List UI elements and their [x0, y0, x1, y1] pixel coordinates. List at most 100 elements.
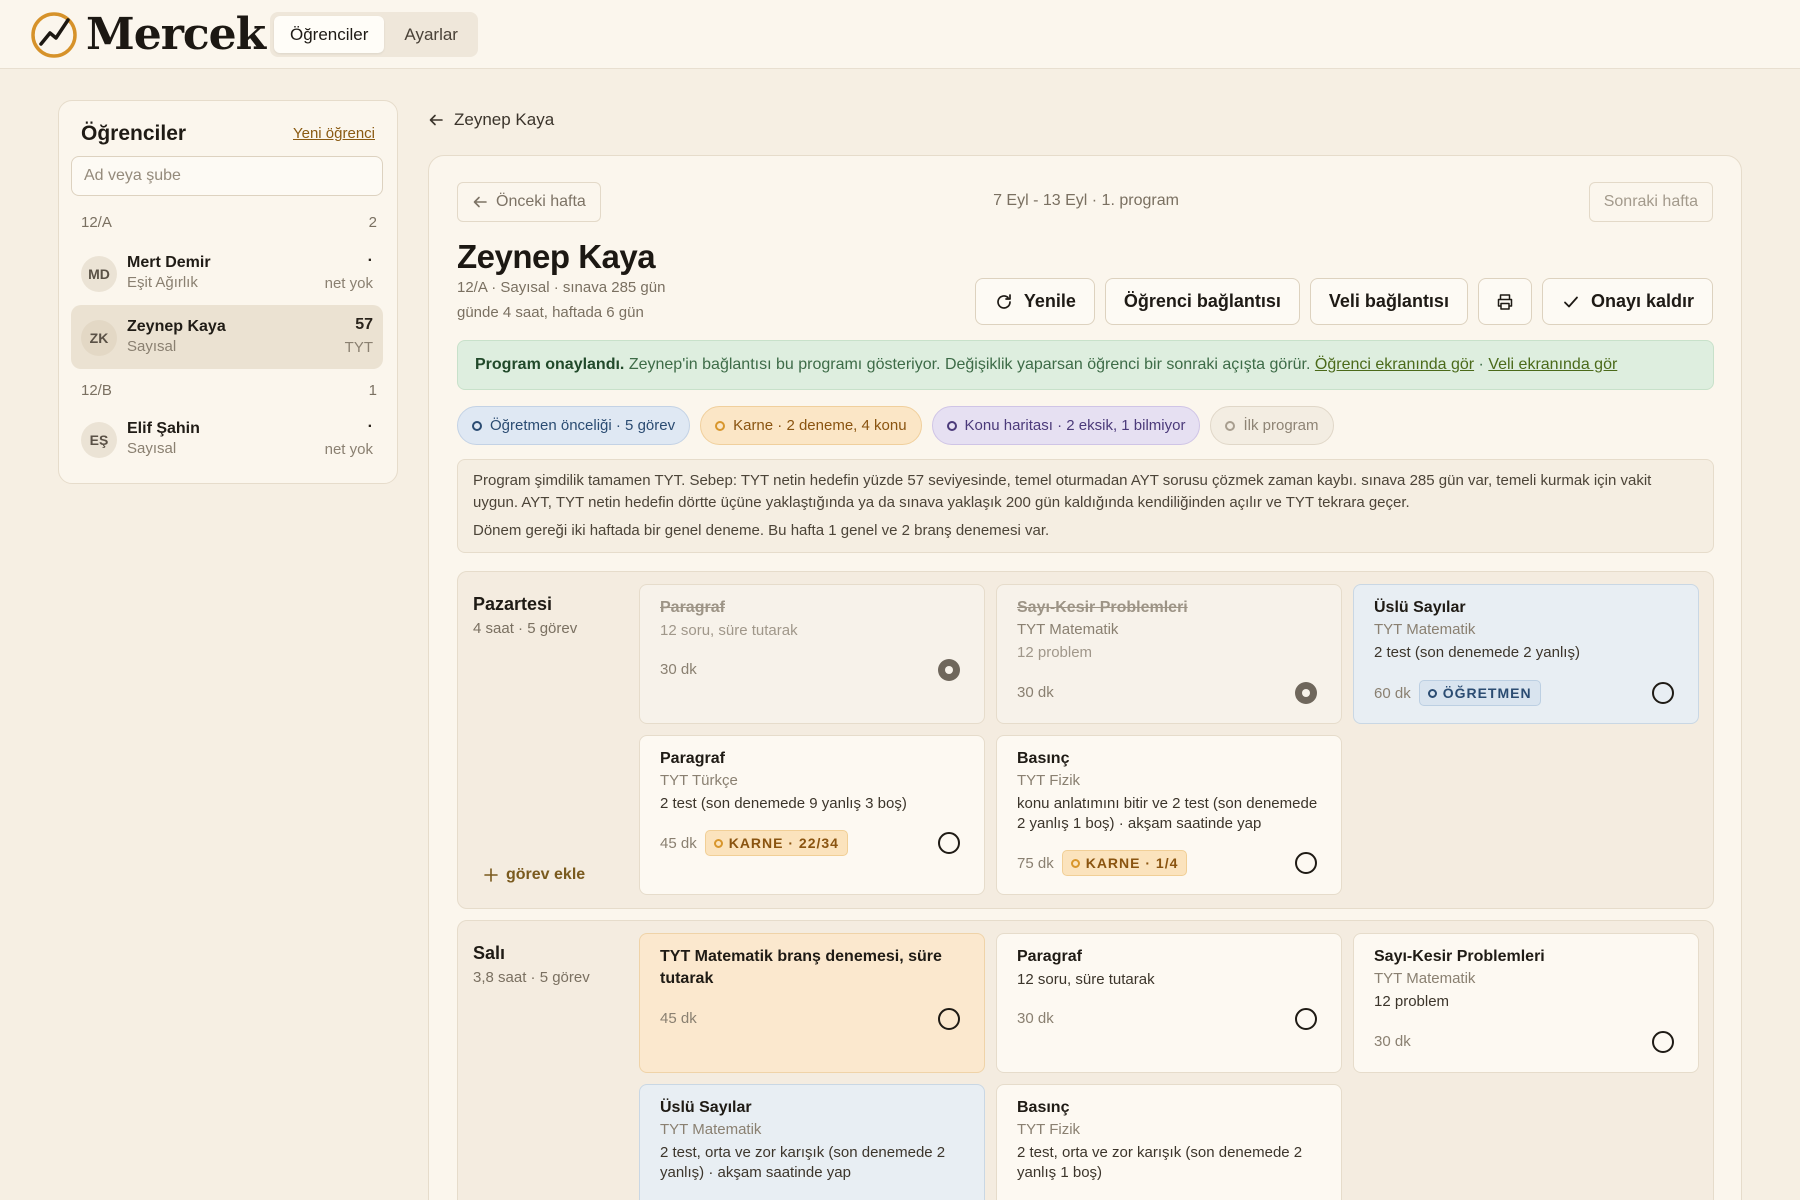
task-title: Üslü Sayılar	[1374, 599, 1466, 616]
back-link[interactable]: Zeynep Kaya	[428, 110, 554, 130]
task-duration: 30 dk	[1374, 1033, 1411, 1050]
badge-label: ÖĞRETMEN	[1442, 685, 1532, 701]
parent-link-label: Veli bağlantısı	[1328, 291, 1449, 311]
report-card-chip[interactable]: Karne · 2 deneme, 4 konu	[700, 406, 922, 445]
chip-label: Konu haritası · 2 eksik, 1 bilmiyor	[964, 417, 1186, 434]
task-done-toggle[interactable]	[1652, 682, 1674, 704]
group-header: 12/A 2	[81, 214, 377, 231]
tab-students[interactable]: Öğrenciler	[274, 16, 385, 53]
task-card[interactable]: TYT Matematik branş denemesi, süre tutar…	[639, 933, 985, 1073]
topic-map-chip[interactable]: Konu haritası · 2 eksik, 1 bilmiyor	[931, 406, 1201, 445]
chip-label: Öğretmen önceliği · 5 görev	[490, 417, 676, 434]
task-card[interactable]: Paragraf 12 soru, süre tutarak 30 dk	[639, 584, 985, 724]
logo[interactable]: Mercek	[28, 8, 266, 60]
student-name: Zeynep Kaya	[127, 318, 226, 335]
student-net-value: ·	[367, 252, 373, 269]
task-done-toggle[interactable]	[1295, 852, 1317, 874]
logo-text: Mercek	[86, 8, 266, 60]
task-card[interactable]: Basınç TYT Fizik 2 test, orta ve zor kar…	[996, 1084, 1342, 1200]
sidebar-title: Öğrenciler	[81, 122, 187, 145]
circle-icon	[946, 420, 957, 431]
task-subject: TYT Fizik	[1017, 772, 1081, 789]
task-card[interactable]: Üslü Sayılar TYT Matematik 2 test, orta …	[639, 1084, 985, 1200]
parent-view-link[interactable]: Veli ekranında gör	[1488, 356, 1617, 373]
task-duration: 30 dk	[660, 661, 697, 678]
first-program-chip[interactable]: İlk program	[1210, 406, 1334, 445]
task-subject: TYT Matematik	[1374, 970, 1476, 987]
report-badge: KARNE · 1/4	[1061, 850, 1188, 876]
print-button[interactable]	[1477, 278, 1532, 325]
student-link-button[interactable]: Öğrenci bağlantısı	[1104, 278, 1300, 325]
plus-icon	[484, 868, 498, 882]
group-name: 12/A	[81, 214, 112, 231]
circle-icon	[1225, 420, 1236, 431]
student-track: Sayısal	[127, 338, 177, 355]
task-card[interactable]: Üslü Sayılar TYT Matematik 2 test (son d…	[1353, 584, 1699, 724]
circle-icon	[1427, 688, 1437, 698]
task-title: Paragraf	[660, 750, 725, 767]
task-subject: TYT Matematik	[660, 1121, 762, 1138]
task-subject: TYT Matematik	[1017, 621, 1119, 638]
top-bar: Mercek Öğrenciler Ayarlar	[0, 0, 1800, 69]
new-student-link[interactable]: Yeni öğrenci	[293, 125, 375, 142]
task-duration: 30 dk	[1017, 1010, 1054, 1027]
day-title: Pazartesi	[473, 594, 553, 614]
student-net-value: 57	[355, 316, 373, 333]
teacher-badge: ÖĞRETMEN	[1418, 680, 1541, 706]
student-link-label: Öğrenci bağlantısı	[1123, 291, 1281, 311]
refresh-label: Yenile	[1023, 291, 1076, 311]
approval-notice: Program onaylandı. Zeynep'in bağlantısı …	[457, 340, 1714, 390]
task-desc: 2 test, orta ve zor karışık (son denemed…	[1017, 1144, 1303, 1181]
day-panel-monday: Pazartesi 4 saat · 5 görev görev ekle Pa…	[457, 571, 1714, 909]
task-desc: 2 test (son denemede 2 yanlış)	[1374, 644, 1580, 661]
student-schedule-meta: günde 4 saat, haftada 6 gün	[457, 304, 644, 321]
student-search-input[interactable]	[71, 156, 383, 196]
program-panel: Önceki hafta 7 Eyl - 13 Eyl · 1. program…	[428, 155, 1742, 1200]
arrow-left-icon	[429, 114, 443, 126]
duration-text: 30 dk	[1017, 1010, 1054, 1027]
task-done-toggle[interactable]	[938, 1008, 960, 1030]
task-title: TYT Matematik branş denemesi, süre tutar…	[660, 948, 942, 987]
next-week-button[interactable]: Sonraki hafta	[1588, 182, 1713, 222]
task-desc: 12 problem	[1017, 644, 1093, 661]
task-done-toggle[interactable]	[938, 659, 960, 681]
duration-text: 45 dk	[660, 1010, 697, 1027]
teacher-priority-chip[interactable]: Öğretmen önceliği · 5 görev	[457, 406, 691, 445]
duration-text: 30 dk	[1374, 1033, 1411, 1050]
add-task-button[interactable]: görev ekle	[484, 866, 585, 884]
task-done-toggle[interactable]	[1295, 682, 1317, 704]
student-net-unit: net yok	[324, 441, 373, 458]
student-track: Eşit Ağırlık	[127, 274, 198, 291]
student-track: Sayısal	[127, 440, 177, 457]
task-card[interactable]: Sayı-Kesir Problemleri TYT Matematik 12 …	[996, 584, 1342, 724]
refresh-icon	[997, 293, 1011, 309]
task-title: Sayı-Kesir Problemleri	[1017, 599, 1188, 616]
refresh-button[interactable]: Yenile	[974, 278, 1095, 325]
student-name: Mert Demir	[127, 254, 211, 271]
student-item-active[interactable]: ZK Zeynep Kaya Sayısal 57 TYT	[71, 305, 383, 369]
student-item[interactable]: MD Mert Demir Eşit Ağırlık · net yok	[71, 241, 383, 305]
duration-text: 75 dk	[1017, 854, 1054, 872]
task-done-toggle[interactable]	[938, 832, 960, 854]
action-bar: Yenile Öğrenci bağlantısı Veli bağlantıs…	[974, 278, 1713, 325]
student-item[interactable]: EŞ Elif Şahin Sayısal · net yok	[71, 407, 383, 471]
task-card[interactable]: Paragraf 12 soru, süre tutarak 30 dk	[996, 933, 1342, 1073]
logo-mark-icon	[31, 12, 77, 58]
task-card[interactable]: Paragraf TYT Türkçe 2 test (son denemede…	[639, 735, 985, 895]
unapprove-button[interactable]: Onayı kaldır	[1541, 278, 1713, 325]
task-card[interactable]: Sayı-Kesir Problemleri TYT Matematik 12 …	[1353, 933, 1699, 1073]
explanation-text: Dönem gereği iki haftada bir genel denem…	[473, 522, 1050, 539]
student-view-link[interactable]: Öğrenci ekranında gör	[1315, 356, 1474, 373]
next-week-label: Sonraki hafta	[1603, 193, 1698, 210]
parent-link-button[interactable]: Veli bağlantısı	[1309, 278, 1468, 325]
page-title: Zeynep Kaya	[457, 238, 656, 275]
task-done-toggle[interactable]	[1652, 1031, 1674, 1053]
task-subject: TYT Matematik	[1374, 621, 1476, 638]
students-sidebar: Öğrenciler Yeni öğrenci 12/A 2 MD Mert D…	[58, 100, 398, 484]
report-badge: KARNE · 22/34	[704, 830, 848, 856]
task-done-toggle[interactable]	[1295, 1008, 1317, 1030]
task-card[interactable]: Basınç TYT Fizik konu anlatımını bitir v…	[996, 735, 1342, 895]
tab-settings[interactable]: Ayarlar	[388, 16, 474, 53]
unapprove-label: Onayı kaldır	[1590, 291, 1694, 311]
badge-label: KARNE · 1/4	[1085, 855, 1179, 871]
